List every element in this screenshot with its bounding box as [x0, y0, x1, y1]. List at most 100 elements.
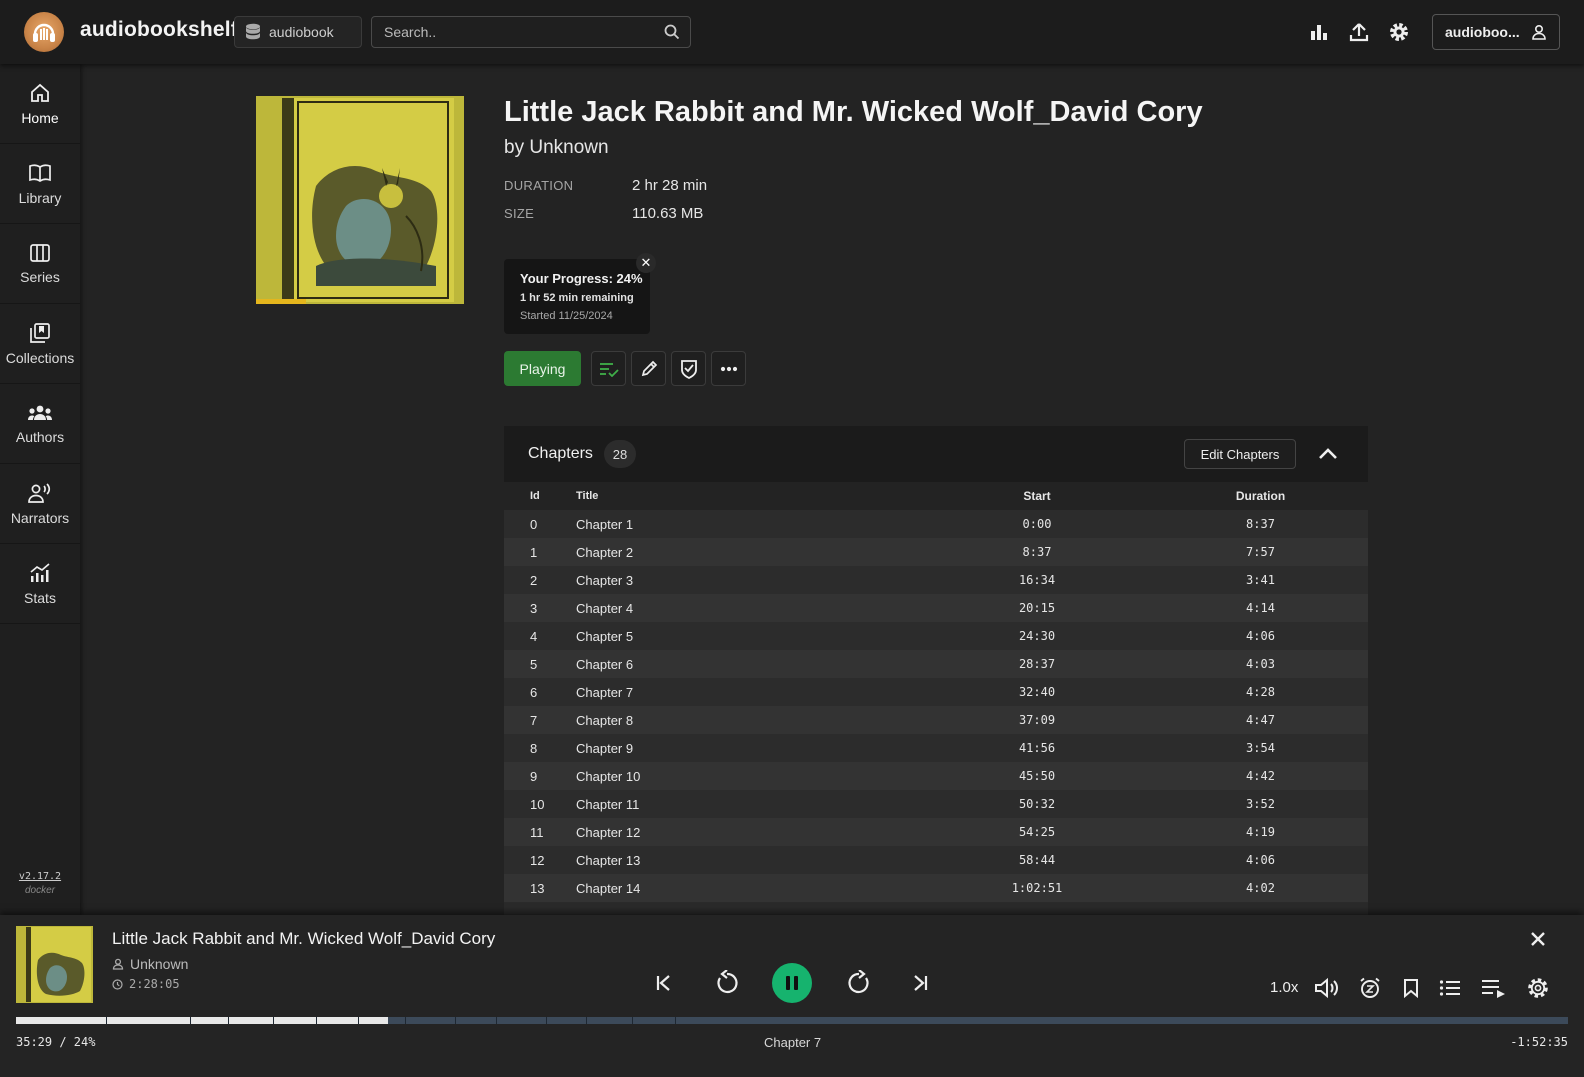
search-icon[interactable] [664, 24, 680, 40]
volume-icon [1315, 977, 1338, 999]
sidebar-item-label: Home [21, 109, 59, 126]
playlist-play-icon [1482, 980, 1505, 998]
version-link[interactable]: v2.17.2 [0, 871, 80, 882]
playback-speed-button[interactable]: 1.0x [1270, 979, 1298, 996]
queue-list-button[interactable] [1481, 975, 1507, 1001]
duration-value: 2 hr 28 min [632, 177, 708, 194]
bookmarks-button[interactable] [1398, 975, 1424, 1001]
previous-chapter-button[interactable] [652, 969, 676, 997]
current-time: 35:29 / 24% [16, 1035, 96, 1049]
collapse-button[interactable] [1316, 442, 1340, 466]
player-settings-button[interactable] [1525, 975, 1551, 1001]
table-row[interactable]: 11 Chapter 12 54:25 4:19 [504, 818, 1368, 846]
volume-button[interactable] [1314, 975, 1340, 1001]
more-options-button[interactable] [711, 351, 746, 386]
clock-icon [112, 978, 123, 990]
table-row[interactable]: 13 Chapter 14 1:02:51 4:02 [504, 874, 1368, 902]
edit-chapters-button[interactable]: Edit Chapters [1184, 439, 1296, 469]
sidebar-item-label: Narrators [10, 509, 70, 526]
close-player-button[interactable] [1530, 931, 1546, 952]
chapter-start[interactable]: 16:34 [921, 566, 1153, 594]
chapter-tick [586, 1017, 588, 1024]
player-title: Little Jack Rabbit and Mr. Wicked Wolf_D… [112, 929, 496, 948]
rewind-button[interactable] [713, 969, 741, 997]
library-selector[interactable]: audiobook [234, 16, 362, 48]
next-chapter-button[interactable] [908, 969, 932, 997]
build-type: docker [24, 885, 55, 896]
playing-button[interactable]: Playing [504, 351, 581, 386]
app-logo[interactable] [24, 12, 64, 52]
table-row[interactable]: 0 Chapter 1 0:00 8:37 [504, 510, 1368, 538]
chapter-title: Chapter 4 [576, 600, 634, 616]
table-row[interactable]: 1 Chapter 2 8:37 7:57 [504, 538, 1368, 566]
audio-player: Little Jack Rabbit and Mr. Wicked Wolf_D… [0, 915, 1584, 1077]
player-author-link[interactable]: Unknown [130, 956, 188, 972]
chapter-start[interactable]: 1:02:51 [921, 874, 1153, 902]
author-link[interactable]: Unknown [529, 137, 608, 158]
sidebar-item-narrators[interactable]: Narrators [0, 464, 80, 544]
book-cover[interactable] [256, 96, 464, 304]
search-input[interactable] [372, 17, 690, 47]
version-info: v2.17.2 docker [0, 871, 80, 896]
progress-remaining: 1 hr 52 min remaining [520, 292, 634, 304]
sleep-timer-button[interactable] [1357, 975, 1383, 1001]
table-row[interactable]: 12 Chapter 13 58:44 4:06 [504, 846, 1368, 874]
skip-back-icon [656, 975, 670, 991]
user-menu-button[interactable]: audioboo... [1432, 14, 1560, 50]
close-icon[interactable]: ✕ [636, 253, 656, 273]
playback-progress-track[interactable] [16, 1017, 1568, 1024]
chapter-start[interactable]: 41:56 [921, 734, 1153, 762]
upload-button[interactable] [1347, 20, 1371, 44]
alarm-icon [1360, 977, 1380, 998]
column-header-duration: Duration [1235, 489, 1286, 503]
chapter-id: 1 [530, 544, 538, 560]
table-row[interactable]: 5 Chapter 6 28:37 4:03 [504, 650, 1368, 678]
table-row[interactable]: 4 Chapter 5 24:30 4:06 [504, 622, 1368, 650]
sidebar-item-library[interactable]: Library [0, 144, 80, 224]
sidebar-item-collections[interactable]: Collections [0, 304, 80, 384]
pause-button[interactable] [772, 963, 812, 1003]
sidebar-item-home[interactable]: Home [0, 64, 80, 144]
player-cover[interactable] [16, 926, 93, 1003]
forward-button[interactable] [845, 969, 873, 997]
table-row[interactable]: 9 Chapter 10 45:50 4:42 [504, 762, 1368, 790]
stats-button[interactable] [1307, 20, 1331, 44]
chapter-start[interactable]: 58:44 [921, 846, 1153, 874]
chapter-start[interactable]: 0:00 [921, 510, 1153, 538]
chapters-header[interactable]: Chapters 28 Edit Chapters [504, 426, 1368, 482]
bookmark-icon [1404, 979, 1418, 998]
chapter-tick [272, 1017, 274, 1024]
table-row[interactable]: 7 Chapter 8 37:09 4:47 [504, 706, 1368, 734]
chapter-start[interactable]: 24:30 [921, 622, 1153, 650]
chapters-list-button[interactable] [1437, 975, 1463, 1001]
app-title[interactable]: audiobookshelf [80, 18, 238, 42]
sidebar-item-series[interactable]: Series [0, 224, 80, 304]
chapter-start[interactable]: 54:25 [921, 818, 1153, 846]
rewind-icon [717, 970, 738, 994]
playback-progress-fill [16, 1017, 389, 1024]
chapter-start[interactable]: 28:37 [921, 650, 1153, 678]
chapters-table-body: 0 Chapter 1 0:00 8:37 1 Chapter 2 8:37 7:57 2 Cha… [504, 510, 1368, 902]
table-row[interactable]: 6 Chapter 7 32:40 4:28 [504, 678, 1368, 706]
sidebar-item-authors[interactable]: Authors [0, 384, 80, 464]
settings-button[interactable] [1387, 20, 1411, 44]
chapter-start[interactable]: 50:32 [921, 790, 1153, 818]
chapter-start[interactable]: 32:40 [921, 678, 1153, 706]
database-icon [246, 23, 260, 40]
chapter-id: 10 [530, 796, 545, 812]
chapter-title: Chapter 5 [576, 628, 634, 644]
sidebar-item-stats[interactable]: Stats [0, 544, 80, 624]
mark-finished-button[interactable] [671, 351, 706, 386]
queue-button[interactable] [591, 351, 626, 386]
table-row[interactable]: 10 Chapter 11 50:32 3:52 [504, 790, 1368, 818]
table-row[interactable]: 8 Chapter 9 41:56 3:54 [504, 734, 1368, 762]
edit-button[interactable] [631, 351, 666, 386]
chapter-start[interactable]: 37:09 [921, 706, 1153, 734]
chapter-start[interactable]: 45:50 [921, 762, 1153, 790]
table-row[interactable]: 3 Chapter 4 20:15 4:14 [504, 594, 1368, 622]
more-horizontal-icon [720, 366, 737, 371]
chapter-start[interactable]: 8:37 [921, 538, 1153, 566]
chapter-duration: 4:03 [1246, 657, 1275, 671]
table-row[interactable]: 2 Chapter 3 16:34 3:41 [504, 566, 1368, 594]
chapter-start[interactable]: 20:15 [921, 594, 1153, 622]
